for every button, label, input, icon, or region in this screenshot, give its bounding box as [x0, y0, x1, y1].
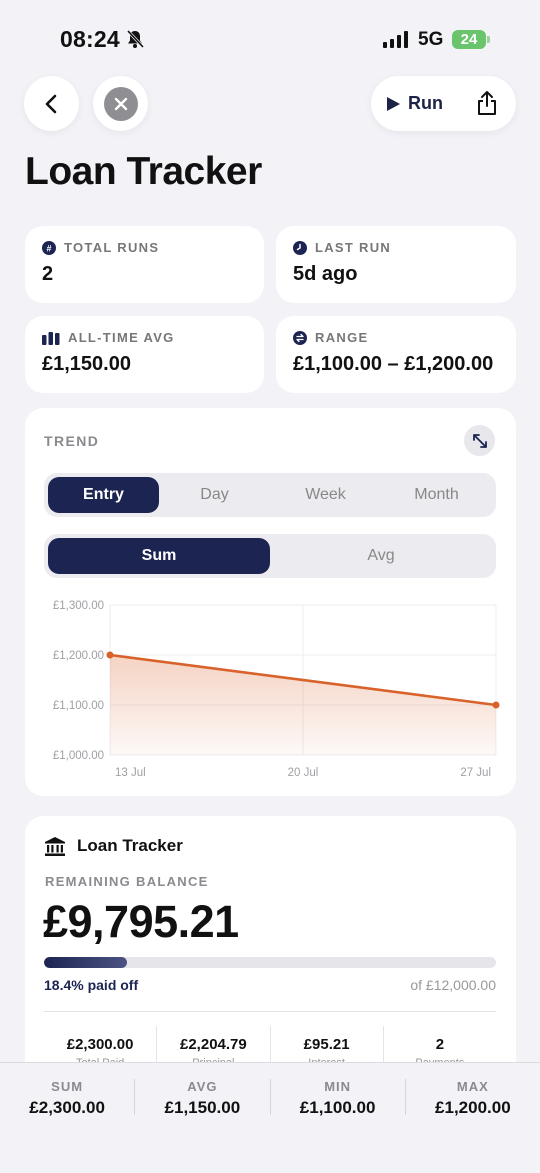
- battery-icon: 24: [452, 30, 486, 49]
- trend-card: TREND Entry Day Week Month Sum Avg £1,30…: [25, 408, 516, 796]
- tab-month[interactable]: Month: [381, 477, 492, 513]
- range-arrows-icon: [293, 330, 307, 345]
- mini-stat-value: 2: [435, 1036, 445, 1053]
- last-run-card: LAST RUN 5d ago: [276, 226, 516, 303]
- loan-name: Loan Tracker: [77, 836, 183, 855]
- mini-stat-value: £2,204.79: [180, 1036, 247, 1053]
- back-button[interactable]: [24, 76, 79, 131]
- share-button[interactable]: [472, 88, 502, 118]
- x-tick-label: 20 Jul: [288, 767, 319, 779]
- summary-value: £1,100.00: [299, 1098, 376, 1117]
- range-card: RANGE £1,100.00 – £1,200.00: [276, 316, 516, 393]
- x-tick-label: 27 Jul: [460, 767, 491, 779]
- x-tick-label: 13 Jul: [115, 767, 146, 779]
- summary-value: £1,150.00: [164, 1098, 241, 1117]
- hash-icon: #: [42, 240, 56, 255]
- status-bar: 08:24 5G 24: [0, 0, 540, 70]
- run-label: Run: [408, 93, 443, 113]
- page-title: Loan Tracker: [25, 150, 262, 193]
- summary-avg: AVG £1,150.00: [135, 1079, 271, 1117]
- tab-day[interactable]: Day: [159, 477, 270, 513]
- chevron-left-icon: [45, 94, 56, 113]
- y-tick-label: £1,100.00: [53, 700, 104, 712]
- all-time-avg-card: ALL-TIME AVG £1,150.00: [25, 316, 264, 393]
- status-time: 08:24: [60, 26, 120, 52]
- trend-title: TREND: [44, 433, 100, 449]
- data-point: [492, 701, 500, 709]
- all-time-avg-value: £1,150.00: [42, 353, 131, 375]
- range-label: RANGE: [315, 330, 369, 345]
- all-time-avg-label: ALL-TIME AVG: [68, 330, 175, 345]
- range-value: £1,100.00 – £1,200.00: [293, 353, 494, 375]
- paid-off-text: 18.4% paid off: [44, 977, 139, 993]
- remaining-balance-label: REMAINING BALANCE: [45, 874, 209, 889]
- expand-icon: [472, 433, 487, 448]
- loan-total-text: of £12,000.00: [410, 977, 496, 993]
- mini-stat-value: £95.21: [303, 1036, 350, 1053]
- total-runs-value: 2: [42, 263, 54, 285]
- paid-progress-fill: [44, 957, 128, 968]
- bar-chart-icon: [42, 331, 60, 345]
- clock-icon: [293, 240, 307, 255]
- last-run-value: 5d ago: [293, 263, 358, 285]
- y-tick-label: £1,200.00: [53, 650, 104, 662]
- summary-value: £1,200.00: [435, 1098, 511, 1117]
- summary-label: MAX: [456, 1079, 489, 1094]
- tab-entry[interactable]: Entry: [48, 477, 159, 513]
- total-runs-label: TOTAL RUNS: [64, 240, 160, 255]
- signal-icon: [383, 31, 408, 48]
- play-icon: [387, 96, 400, 111]
- run-button[interactable]: Run: [385, 76, 443, 131]
- last-run-label: LAST RUN: [315, 240, 392, 255]
- close-icon: [103, 86, 138, 121]
- total-runs-card: # TOTAL RUNS 2: [25, 226, 264, 303]
- period-segmented-control: Entry Day Week Month: [44, 473, 496, 517]
- remaining-balance-value: £9,795.21: [43, 896, 239, 947]
- actions-pill: Run: [371, 76, 516, 131]
- summary-sum: SUM £2,300.00: [0, 1079, 136, 1117]
- bank-icon: [45, 836, 65, 856]
- battery-level: 24: [460, 31, 478, 48]
- summary-label: SUM: [51, 1079, 84, 1094]
- y-tick-label: £1,000.00: [53, 750, 104, 762]
- tab-avg[interactable]: Avg: [270, 538, 492, 574]
- network-label: 5G: [418, 29, 444, 50]
- summary-value: £2,300.00: [29, 1098, 105, 1117]
- bell-slash-icon: [126, 29, 145, 49]
- battery-tip: [487, 36, 490, 43]
- summary-min: MIN £1,100.00: [271, 1079, 406, 1117]
- svg-text:#: #: [46, 243, 51, 253]
- trend-chart: £1,300.00 £1,200.00 £1,100.00 £1,000.00 13 J…: [53, 600, 500, 779]
- mini-stat-value: £2,300.00: [66, 1036, 134, 1053]
- tab-week[interactable]: Week: [270, 477, 381, 513]
- share-icon: [478, 91, 496, 115]
- divider: [44, 1011, 496, 1012]
- aggregate-segmented-control: Sum Avg: [44, 534, 496, 578]
- data-point: [106, 651, 114, 659]
- summary-label: AVG: [187, 1079, 218, 1094]
- paid-progress-bar: [44, 957, 496, 968]
- y-tick-label: £1,300.00: [53, 600, 104, 612]
- summary-max: MAX £1,200.00: [406, 1079, 540, 1117]
- close-button[interactable]: [93, 76, 148, 131]
- expand-button[interactable]: [464, 425, 495, 456]
- summary-bar: SUM £2,300.00 AVG £1,150.00 MIN £1,100.0…: [0, 1062, 540, 1173]
- tab-sum[interactable]: Sum: [48, 538, 270, 574]
- summary-label: MIN: [324, 1079, 352, 1094]
